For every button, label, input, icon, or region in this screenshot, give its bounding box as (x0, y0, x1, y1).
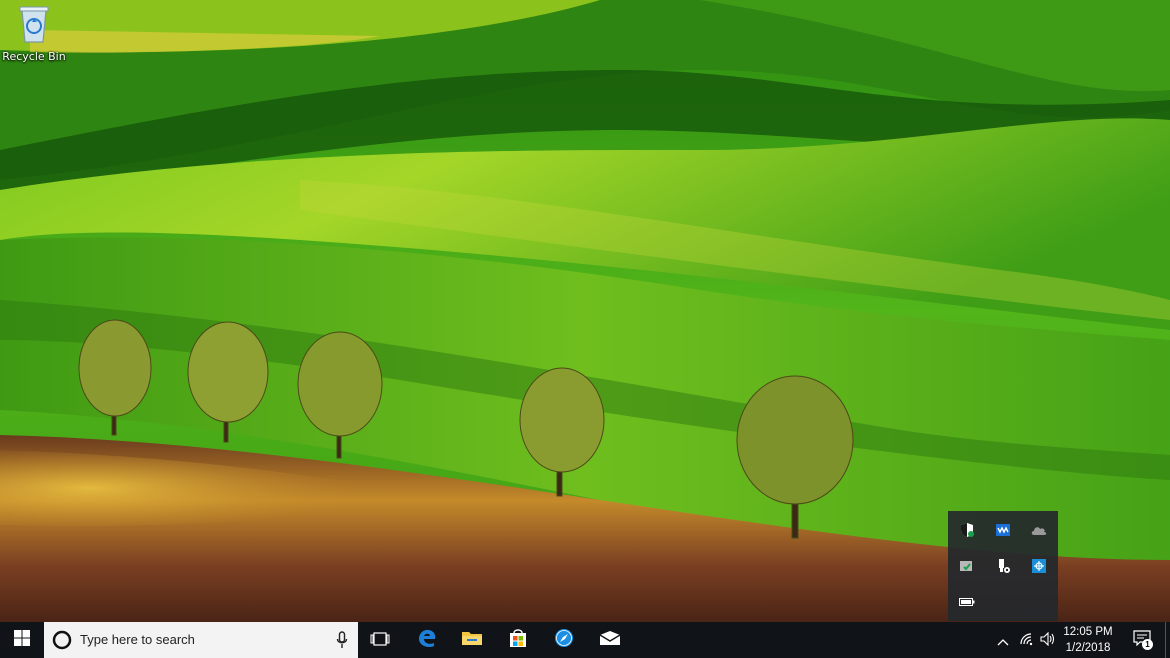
network-app-icon[interactable] (1021, 548, 1057, 584)
onedrive-cloud-icon[interactable] (1021, 512, 1057, 548)
taskbar: Type here to search 12:05 PM 1/2/2018 1 (0, 622, 1170, 658)
cortana-icon (52, 630, 72, 654)
taskbar-search-box[interactable]: Type here to search (44, 622, 358, 658)
show-hidden-icons-button[interactable] (990, 622, 1016, 658)
clock-time: 12:05 PM (1063, 626, 1113, 638)
usb-safely-remove-icon[interactable] (985, 548, 1021, 584)
search-placeholder: Type here to search (80, 632, 195, 647)
wifi-icon (1019, 631, 1035, 650)
desktop-icon-label: Recycle Bin (2, 50, 66, 63)
desktop-icon-recycle-bin[interactable]: Recycle Bin (2, 4, 66, 66)
recycle-bin-icon (16, 4, 52, 48)
security-check-icon[interactable] (949, 548, 985, 584)
task-view-icon (370, 631, 390, 650)
chevron-up-icon (997, 631, 1009, 650)
taskbar-clock[interactable]: 12:05 PM 1/2/2018 (1060, 624, 1116, 656)
task-view-button[interactable] (358, 622, 402, 658)
mail-button[interactable] (588, 622, 632, 658)
store-button[interactable] (496, 622, 540, 658)
volume-icon (1040, 631, 1056, 650)
shield-icon[interactable] (949, 512, 985, 548)
edge-button[interactable] (405, 622, 449, 658)
clock-date: 1/2/2018 (1065, 642, 1111, 654)
edge-icon (417, 628, 437, 652)
waves-app-icon[interactable] (985, 512, 1021, 548)
windows-logo-icon (14, 630, 30, 650)
store-icon (508, 628, 528, 652)
microphone-icon[interactable] (336, 631, 348, 653)
mail-icon (599, 630, 621, 650)
safari-button[interactable] (542, 622, 586, 658)
folder-icon (461, 629, 483, 651)
volume-button[interactable] (1036, 622, 1060, 658)
file-explorer-button[interactable] (450, 622, 494, 658)
notification-count-badge: 1 (1142, 639, 1153, 650)
action-center-button[interactable]: 1 (1122, 622, 1162, 658)
battery-icon[interactable] (949, 584, 985, 620)
show-desktop-button[interactable] (1165, 622, 1170, 658)
tray-overflow-flyout (948, 511, 1058, 621)
compass-icon (554, 628, 574, 652)
start-button[interactable] (0, 622, 44, 658)
